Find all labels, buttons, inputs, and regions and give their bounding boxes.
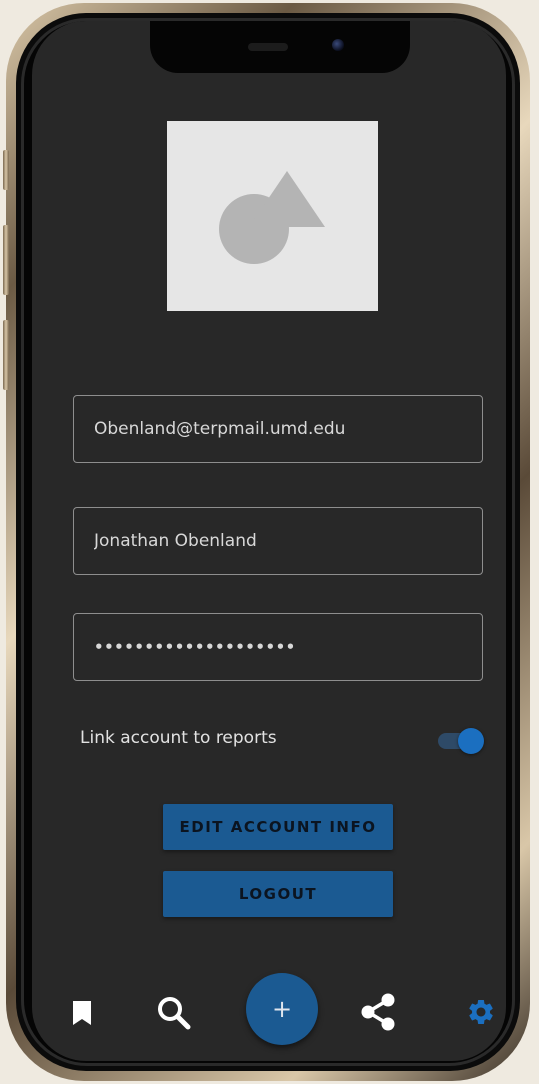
search-icon: [158, 997, 191, 1030]
side-button-volume-down: [3, 320, 9, 390]
logout-button[interactable]: LOGOUT: [163, 871, 393, 917]
nav-search[interactable]: [154, 993, 194, 1033]
phone-notch: [150, 21, 410, 73]
nav-settings[interactable]: [462, 993, 500, 1031]
add-button[interactable]: +: [246, 973, 318, 1045]
app-screen: Link account to reports EDIT ACCOUNT INF…: [32, 21, 506, 1061]
toggle-thumb: [458, 728, 484, 754]
name-field[interactable]: [73, 507, 483, 575]
phone-mockup: Link account to reports EDIT ACCOUNT INF…: [0, 0, 539, 1084]
share-icon: [361, 993, 395, 1031]
bookmark-icon: [73, 1001, 91, 1025]
side-button-volume-up: [3, 225, 9, 295]
nav-bookmark[interactable]: [66, 995, 98, 1031]
front-camera: [332, 39, 344, 51]
link-account-label: Link account to reports: [80, 728, 277, 748]
add-icon: +: [271, 995, 293, 1023]
edit-account-button[interactable]: EDIT ACCOUNT INFO: [163, 804, 393, 850]
email-field[interactable]: [73, 395, 483, 463]
side-button-mute: [3, 150, 9, 190]
profile-image-placeholder: [167, 121, 378, 311]
image-placeholder-icon: [219, 171, 325, 264]
speaker-grille: [248, 43, 288, 51]
link-account-toggle[interactable]: [436, 728, 484, 754]
gear-icon: [469, 1000, 493, 1024]
nav-share[interactable]: [358, 991, 398, 1033]
password-field[interactable]: [73, 613, 483, 681]
